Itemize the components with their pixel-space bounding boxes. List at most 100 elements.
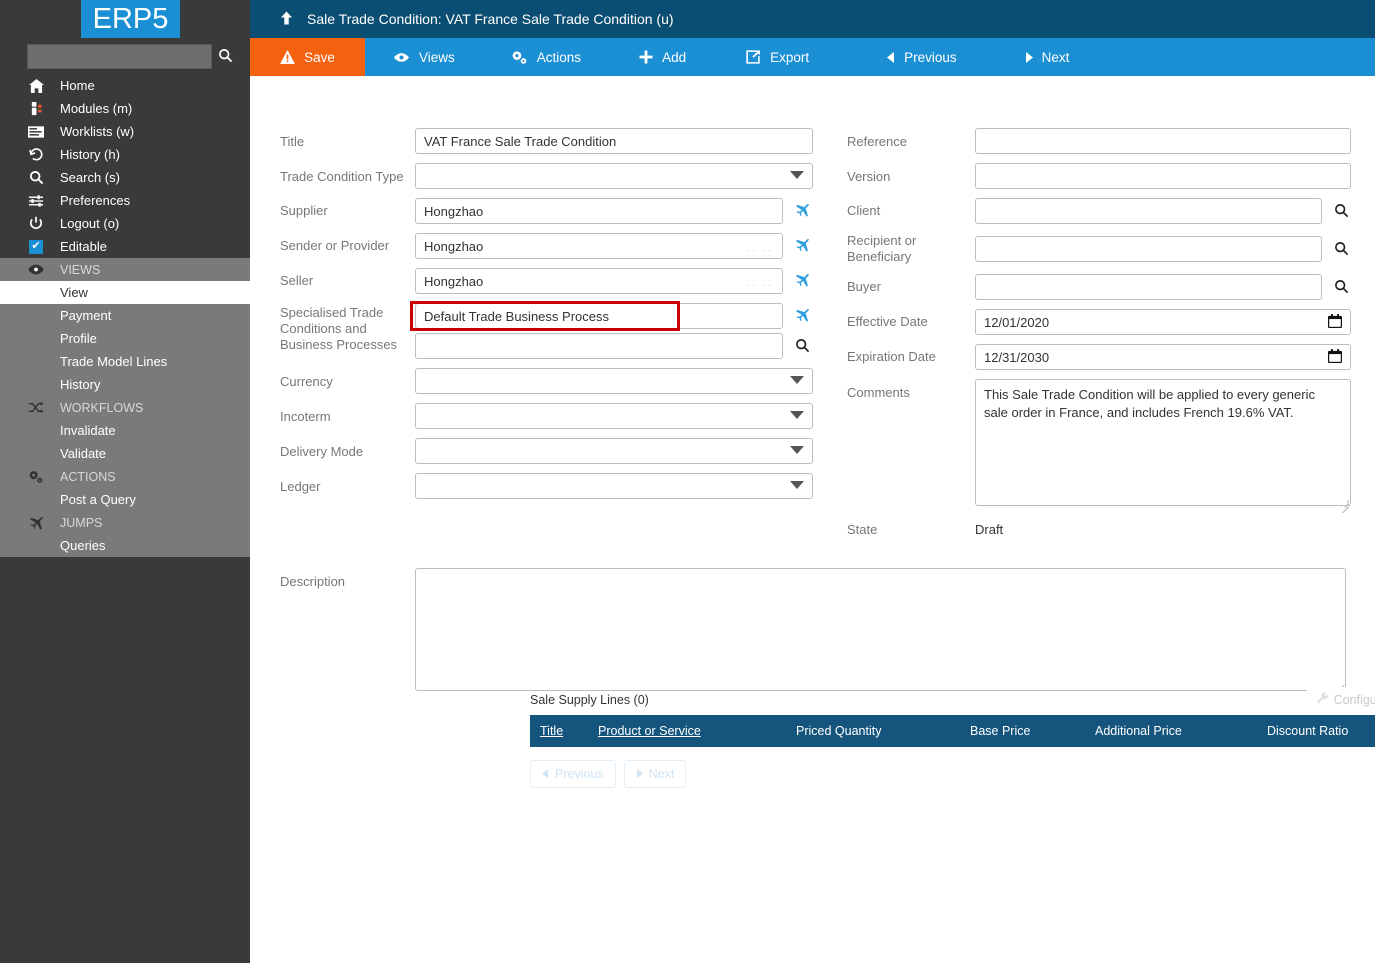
reference-input[interactable] [975,128,1351,154]
sidebar-item-home[interactable]: Home [0,74,250,97]
field-row-reference: Reference [847,128,1357,154]
comments-textarea[interactable] [975,379,1351,506]
action-toolbar: Save Views Actions Add Export Previous N… [250,38,1375,76]
previous-button[interactable]: Previous [839,38,991,76]
sidebar-group-label: VIEWS [60,262,101,277]
search-input[interactable] [27,44,212,69]
sidebar-item-label: Modules (m) [60,101,133,116]
effective-date-label: Effective Date [847,314,928,329]
next-button[interactable]: Next [991,38,1104,76]
specialised-input-1[interactable] [415,303,783,329]
home-icon [24,78,48,93]
plane-jump-icon[interactable] [795,273,810,290]
arrow-up-icon[interactable] [280,11,293,28]
column-header-discount-ratio[interactable]: Discount Ratio [1257,715,1375,747]
sidebar-item-validate[interactable]: Validate [0,442,250,465]
plane-jump-icon[interactable] [795,308,810,325]
specialised-input-2[interactable] [415,333,783,359]
column-header-product-or-service[interactable]: Product or Service [588,715,786,747]
column-header-title[interactable]: Title [530,715,588,747]
ledger-select[interactable] [415,473,813,499]
listbox-previous-button: Previous [530,760,616,788]
sidebar-group-label: JUMPS [60,515,103,530]
field-row-sender: Sender or Provider ·· ·· [280,233,820,259]
column-header-base-price[interactable]: Base Price [960,715,1085,747]
search-icon[interactable] [1334,203,1349,220]
expiration-date-input[interactable] [975,344,1351,370]
save-label: Save [304,49,335,65]
actions-button[interactable]: Actions [483,38,609,76]
search-icon[interactable] [218,48,233,67]
sidebar-sub-label: Validate [60,446,107,461]
title-input[interactable] [415,128,813,154]
listbox-toolbar: Configure Sort [1306,687,1375,713]
sidebar-item-view[interactable]: View [0,281,250,304]
delivery-mode-label: Delivery Mode [280,444,364,459]
logo-text: ERP5 [92,2,169,35]
sidebar-item-worklists[interactable]: Worklists (w) [0,120,250,143]
sidebar-item-search[interactable]: Search (s) [0,166,250,189]
save-button[interactable]: Save [250,38,365,76]
plane-jump-icon[interactable] [795,238,810,255]
worklists-icon [24,125,48,138]
caret-right-icon [1025,51,1033,63]
views-label: Views [419,49,455,65]
sidebar-item-label: Worklists (w) [60,124,135,139]
sidebar-item-modules[interactable]: Modules (m) [0,97,250,120]
checkbox-checked-icon[interactable]: ✔ [24,239,48,254]
add-button[interactable]: Add [609,38,716,76]
column-header-priced-quantity[interactable]: Priced Quantity [786,715,960,747]
effective-date-input[interactable] [975,309,1351,335]
field-row-comments: Comments [847,379,1357,514]
search-icon[interactable] [1334,279,1349,296]
add-label: Add [662,49,687,65]
specialised-label: Specialised Trade Conditions and Busines… [280,305,398,352]
sidebar-item-trade-model-lines[interactable]: Trade Model Lines [0,350,250,373]
field-row-currency: Currency [280,368,820,394]
trade-condition-type-label: Trade Condition Type [280,169,404,184]
field-row-incoterm: Incoterm [280,403,820,429]
calendar-icon[interactable] [1328,349,1342,367]
sidebar-item-preferences[interactable]: Preferences [0,189,250,212]
trade-condition-type-select[interactable] [415,163,813,189]
sidebar-item-queries[interactable]: Queries [0,534,250,557]
sidebar-item-invalidate[interactable]: Invalidate [0,419,250,442]
sidebar-group-actions: ACTIONS [0,465,250,488]
plus-icon [639,50,653,64]
version-input[interactable] [975,163,1351,189]
views-button[interactable]: Views [365,38,483,76]
page-title: Sale Trade Condition: VAT France Sale Tr… [307,11,674,27]
search-icon[interactable] [795,338,810,355]
sidebar-item-editable[interactable]: ✔ Editable [0,235,250,258]
sidebar-item-history[interactable]: History (h) [0,143,250,166]
search-icon[interactable] [1334,241,1349,258]
sale-supply-lines-listbox: Sale Supply Lines (0) Configure [530,685,1375,791]
table-header-row: Title Product or Service Priced Quantity… [530,715,1375,747]
recipient-input[interactable] [975,236,1322,262]
sidebar-item-history-view[interactable]: History [0,373,250,396]
seller-input[interactable] [415,268,783,294]
logo-container: ERP5 [0,0,250,38]
sidebar-item-post-a-query[interactable]: Post a Query [0,488,250,511]
description-textarea[interactable] [415,568,1346,691]
buyer-label: Buyer [847,279,881,294]
client-input[interactable] [975,198,1322,224]
sender-input[interactable] [415,233,783,259]
incoterm-label: Incoterm [280,409,331,424]
column-header-additional-price[interactable]: Additional Price [1085,715,1257,747]
field-row-ledger: Ledger [280,473,820,499]
plane-jump-icon[interactable] [795,203,810,220]
sidebar-item-profile[interactable]: Profile [0,327,250,350]
sidebar-item-payment[interactable]: Payment [0,304,250,327]
expiration-date-label: Expiration Date [847,349,936,364]
sidebar-item-logout[interactable]: Logout (o) [0,212,250,235]
description-label: Description [280,574,346,589]
buyer-input[interactable] [975,274,1322,300]
export-button[interactable]: Export [716,38,839,76]
supplier-input[interactable] [415,198,783,224]
delivery-mode-select[interactable] [415,438,813,464]
incoterm-select[interactable] [415,403,813,429]
currency-select[interactable] [415,368,813,394]
calendar-icon[interactable] [1328,314,1342,332]
configure-button: Configure [1306,687,1375,713]
